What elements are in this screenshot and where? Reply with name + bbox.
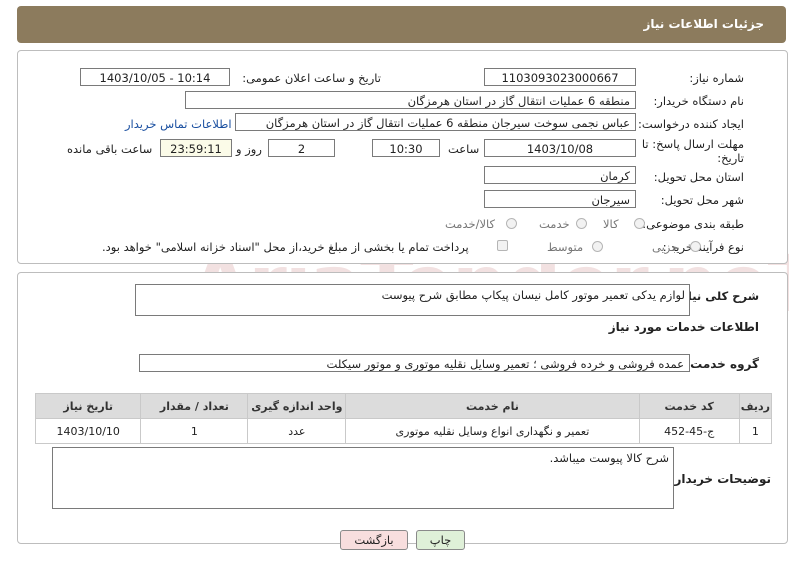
buyer-notes-label-text: توضیحات خریدار: xyxy=(669,472,771,486)
buyer-org-field: منطقه 6 عملیات انتقال گاز در استان هرمزگ… xyxy=(185,91,636,109)
remaining-time-label: ساعت باقی مانده xyxy=(67,142,153,156)
buyer-notes-textarea[interactable]: شرح کالا پیوست میباشد. xyxy=(52,447,674,509)
requester-field: عباس نجمی سوخت سیرجان منطقه 6 عملیات انت… xyxy=(235,113,636,131)
col-unit-header: واحد اندازه گیری xyxy=(247,393,347,419)
services-section-title: اطلاعات خدمات مورد نیاز xyxy=(609,320,759,334)
col-row-header: ردیف xyxy=(738,393,773,419)
cell-need-date: 1403/10/10 xyxy=(34,418,142,444)
category-option-goods: کالا xyxy=(603,217,619,231)
need-description-textarea[interactable]: لوازم یدکی تعمیر موتور کامل نیسان پیکاپ … xyxy=(135,284,690,316)
service-group-label-text: گروه خدمت: xyxy=(685,357,759,371)
page-title: جزئیات اطلاعات نیاز xyxy=(643,17,764,31)
deadline-label: مهلت ارسال پاسخ: تا تاریخ: xyxy=(634,137,744,165)
col-service-code-header: کد خدمت xyxy=(638,393,740,419)
service-group-field: عمده فروشی و خرده فروشی ؛ تعمیر وسایل نق… xyxy=(139,354,690,372)
province-label: استان محل تحویل: xyxy=(653,170,744,184)
deadline-time-field: 10:30 xyxy=(372,139,440,157)
cell-service-code: ج-45-452 xyxy=(638,418,740,444)
announce-datetime-label: تاریخ و ساعت اعلان عمومی: xyxy=(242,71,381,85)
need-number-label: شماره نیاز: xyxy=(689,71,744,85)
remaining-time-field: 23:59:11 xyxy=(160,139,232,157)
process-radio-medium[interactable] xyxy=(592,241,603,252)
back-button[interactable]: بازگشت xyxy=(340,530,408,550)
city-label: شهر محل تحویل: xyxy=(660,193,744,207)
deadline-label-text: مهلت ارسال پاسخ: تا تاریخ: xyxy=(641,137,744,165)
treasury-payment-checkbox[interactable] xyxy=(497,240,508,251)
service-group-label: گروه خدمت: xyxy=(685,357,759,371)
category-label: طبقه بندی موضوعی: xyxy=(642,217,744,231)
buyer-contact-link[interactable]: اطلاعات تماس خریدار xyxy=(125,117,232,131)
category-radio-goods-service[interactable] xyxy=(506,218,517,229)
print-button[interactable]: چاپ xyxy=(416,530,465,550)
buyer-notes-label: توضیحات خریدار: xyxy=(670,472,771,486)
need-number-field: 1103093023000667 xyxy=(484,68,636,86)
buyer-org-label: نام دستگاه خریدار: xyxy=(653,94,744,108)
cell-row: 1 xyxy=(738,418,773,444)
category-option-goods-service: کالا/خدمت xyxy=(445,217,496,231)
page-header: جزئیات اطلاعات نیاز xyxy=(17,6,786,43)
col-quantity-header: تعداد / مقدار xyxy=(140,393,249,419)
buyer-notes-text: شرح کالا پیوست میباشد. xyxy=(549,451,669,465)
services-section-title-text: اطلاعات خدمات مورد نیاز xyxy=(608,320,759,334)
table-row: 1 ج-45-452 تعمیر و نگهداری انواع وسایل ن… xyxy=(34,418,773,444)
services-table: ردیف کد خدمت نام خدمت واحد اندازه گیری ت… xyxy=(34,393,773,444)
col-need-date-header: تاریخ نیاز xyxy=(34,393,142,419)
category-option-service: خدمت xyxy=(539,217,570,231)
requester-label: ایجاد کننده درخواست: xyxy=(638,117,744,131)
days-remaining-field: 2 xyxy=(268,139,335,157)
days-label: روز و xyxy=(236,142,262,156)
process-option-medium: متوسط xyxy=(547,240,584,254)
services-table-header: ردیف کد خدمت نام خدمت واحد اندازه گیری ت… xyxy=(34,393,773,419)
cell-unit: عدد xyxy=(247,418,347,444)
need-description-text: لوازم یدکی تعمیر موتور کامل نیسان پیکاپ … xyxy=(381,288,685,302)
deadline-time-label: ساعت xyxy=(448,142,480,156)
process-radio-minor[interactable] xyxy=(690,241,701,252)
category-radio-goods[interactable] xyxy=(634,218,645,229)
col-service-name-header: نام خدمت xyxy=(345,393,640,419)
deadline-date-field: 1403/10/08 xyxy=(484,139,636,157)
cell-quantity: 1 xyxy=(140,418,249,444)
province-field: کرمان xyxy=(484,166,636,184)
city-field: سیرجان xyxy=(484,190,636,208)
category-radio-service[interactable] xyxy=(576,218,587,229)
process-option-minor: جزیی xyxy=(652,240,679,254)
cell-service-name: تعمیر و نگهداری انواع وسایل نقلیه موتوری xyxy=(345,418,640,444)
announce-datetime-field: 1403/10/05 - 10:14 xyxy=(80,68,230,86)
treasury-payment-note: پرداخت تمام یا بخشی از مبلغ خرید،از محل … xyxy=(102,240,469,254)
